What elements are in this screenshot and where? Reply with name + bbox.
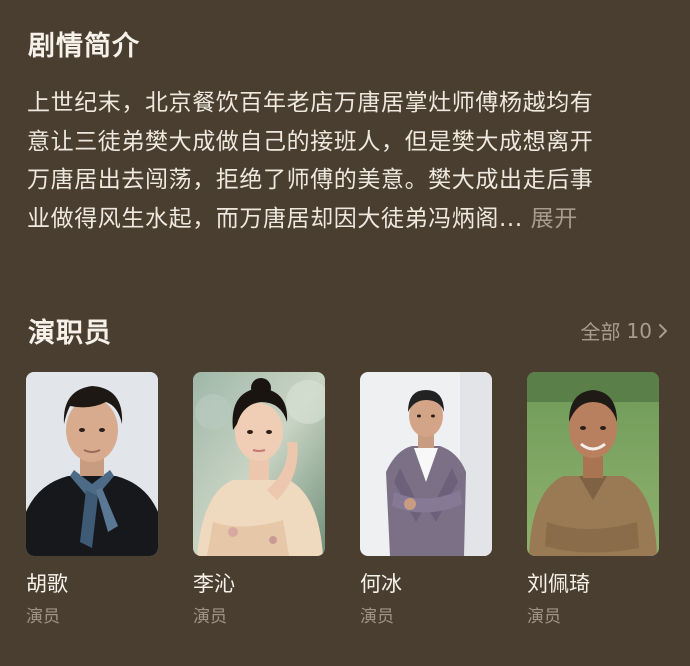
cast-name: 何冰 [360,572,402,596]
cast-role: 演员 [360,607,394,627]
chevron-right-icon [659,323,667,338]
synopsis-line: 万唐居出去闯荡，拒绝了师傅的美意。樊大成出走后事 [27,167,594,193]
cast-count: 10 [626,318,652,343]
expand-link[interactable]: 展开 [531,206,578,232]
synopsis-line-text: 业做得风生水起，而万唐居却因大徒弟冯炳阁... [27,205,523,232]
synopsis-line: 意让三徒弟樊大成做自己的接班人，但是樊大成想离开 [27,128,594,155]
cast-all-label: 全部 [580,320,621,344]
actor-photo [193,372,325,556]
synopsis-line-last: 业做得风生水起，而万唐居却因大徒弟冯炳阁... 展开 [27,200,667,239]
cast-card[interactable]: 李沁 演员 [193,372,325,627]
cast-role: 演员 [193,607,227,627]
cast-name: 刘佩琦 [527,572,590,596]
synopsis-title: 剧情简介 [28,31,140,62]
cast-role: 演员 [527,607,561,627]
actor-photo [360,372,492,556]
cast-role: 演员 [26,607,60,627]
actor-photo [527,372,659,556]
synopsis-line: 上世纪末，北京餐饮百年老店万唐居掌灶师傅杨越均有 [27,90,594,116]
synopsis-text[interactable]: 上世纪末，北京餐饮百年老店万唐居掌灶师傅杨越均有 意让三徒弟樊大成做自己的接班人… [27,84,667,238]
cast-card[interactable]: 刘佩琦 演员 [527,372,659,627]
cast-title: 演职员 [28,318,112,349]
actor-photo [26,372,158,556]
cast-name: 李沁 [193,572,235,596]
cast-card[interactable]: 胡歌 演员 [26,372,158,627]
cast-card[interactable]: 何冰 演员 [360,372,492,627]
cast-view-all-button[interactable]: 全部 10 [581,316,668,345]
cast-name: 胡歌 [26,572,68,596]
